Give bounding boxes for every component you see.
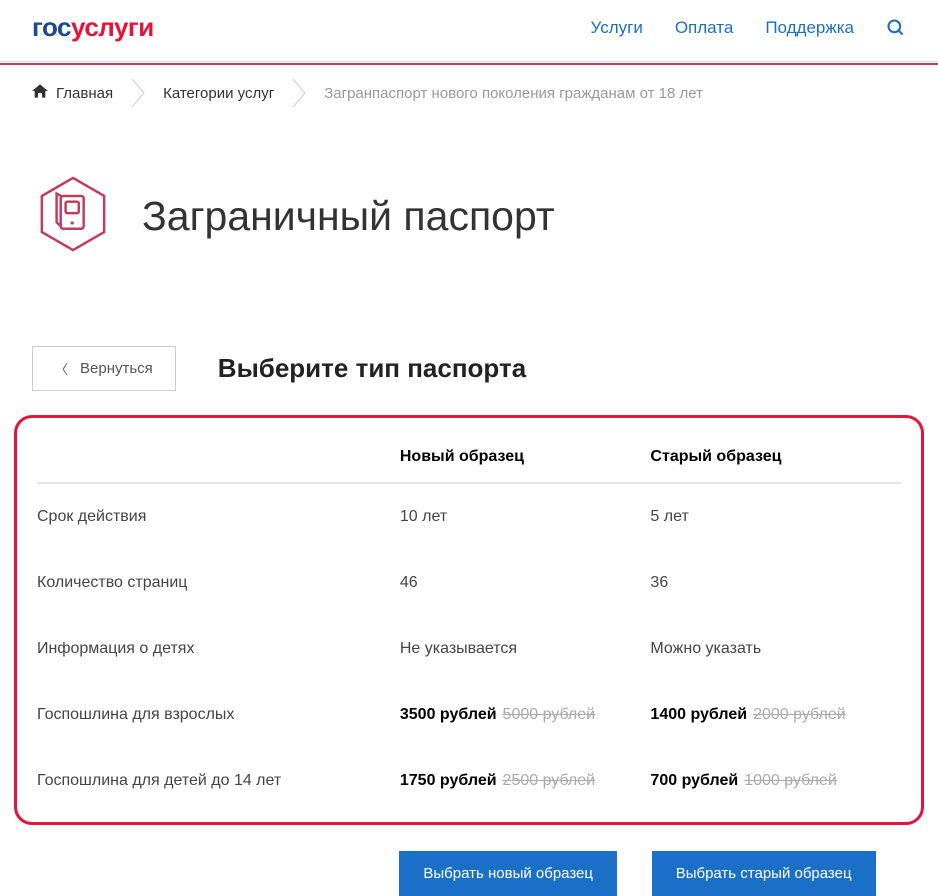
divider <box>0 61 938 62</box>
cell-new: 10 лет <box>400 483 651 550</box>
back-button-label: Вернуться <box>80 360 153 377</box>
subtitle-row: 〈 Вернуться Выберите тип паспорта <box>0 260 938 415</box>
cell-new: 46 <box>400 550 651 616</box>
button-row: Выбрать новый образец Выбрать старый обр… <box>34 825 904 896</box>
nav: Услуги Оплата Поддержка <box>591 18 906 38</box>
price-old: 1000 рублей <box>744 772 837 789</box>
cell-label: Срок действия <box>37 483 400 550</box>
table-row: Информация о детяхНе указываетсяМожно ук… <box>37 616 901 682</box>
breadcrumb: Главная Категории услуг Загранпаспорт но… <box>0 65 938 121</box>
comparison-box: Новый образец Старый образец Срок действ… <box>14 415 924 825</box>
cell-old: Можно указать <box>650 616 901 682</box>
chevron-right-icon <box>131 79 145 107</box>
price-old: 5000 рублей <box>503 706 596 723</box>
logo[interactable]: госуслуги <box>32 12 154 43</box>
nav-payment[interactable]: Оплата <box>675 18 733 38</box>
price: 700 рублей <box>650 772 738 789</box>
home-icon <box>32 84 48 102</box>
passport-icon <box>32 173 114 260</box>
cell-new: Не указывается <box>400 616 651 682</box>
breadcrumb-current: Загранпаспорт нового поколения гражданам… <box>324 85 703 102</box>
breadcrumb-current-label: Загранпаспорт нового поколения гражданам… <box>324 85 703 102</box>
th-blank <box>37 430 400 483</box>
breadcrumb-home-label: Главная <box>56 85 113 102</box>
price: 1400 рублей <box>650 706 747 723</box>
cell-new: 1750 рублей 2500 рублей <box>400 748 651 814</box>
cell-new: 3500 рублей 5000 рублей <box>400 682 651 748</box>
table-row: Срок действия10 лет5 лет <box>37 483 901 550</box>
select-new-button[interactable]: Выбрать новый образец <box>399 851 617 896</box>
subtitle: Выберите тип паспорта <box>218 353 526 384</box>
back-button[interactable]: 〈 Вернуться <box>32 346 176 391</box>
comparison-table: Новый образец Старый образец Срок действ… <box>37 430 901 814</box>
nav-support[interactable]: Поддержка <box>765 18 854 38</box>
title-section: Заграничный паспорт <box>0 121 938 260</box>
table-row: Госпошлина для детей до 14 лет1750 рубле… <box>37 748 901 814</box>
cell-label: Госпошлина для детей до 14 лет <box>37 748 400 814</box>
chevron-left-icon: 〈 <box>55 359 68 378</box>
nav-services[interactable]: Услуги <box>591 18 643 38</box>
spacer <box>34 851 399 896</box>
price: 3500 рублей <box>400 706 497 723</box>
header: госуслуги Услуги Оплата Поддержка <box>0 0 938 43</box>
price-old: 2500 рублей <box>503 772 596 789</box>
cell-label: Количество страниц <box>37 550 400 616</box>
table-row: Количество страниц4636 <box>37 550 901 616</box>
cell-old: 36 <box>650 550 901 616</box>
cell-old: 1400 рублей 2000 рублей <box>650 682 901 748</box>
th-new: Новый образец <box>400 430 651 483</box>
chevron-right-icon <box>292 79 306 107</box>
select-old-button[interactable]: Выбрать старый образец <box>652 851 876 896</box>
search-icon[interactable] <box>886 18 906 38</box>
cell-label: Госпошлина для взрослых <box>37 682 400 748</box>
cell-old: 700 рублей 1000 рублей <box>650 748 901 814</box>
breadcrumb-categories-label: Категории услуг <box>163 85 274 102</box>
table-row: Госпошлина для взрослых3500 рублей 5000 р… <box>37 682 901 748</box>
price: 1750 рублей <box>400 772 497 789</box>
th-old: Старый образец <box>650 430 901 483</box>
cell-old: 5 лет <box>650 483 901 550</box>
breadcrumb-categories[interactable]: Категории услуг <box>163 85 274 102</box>
price-old: 2000 рублей <box>753 706 846 723</box>
breadcrumb-home[interactable]: Главная <box>32 84 113 102</box>
cell-label: Информация о детях <box>37 616 400 682</box>
page-title: Заграничный паспорт <box>142 193 555 240</box>
